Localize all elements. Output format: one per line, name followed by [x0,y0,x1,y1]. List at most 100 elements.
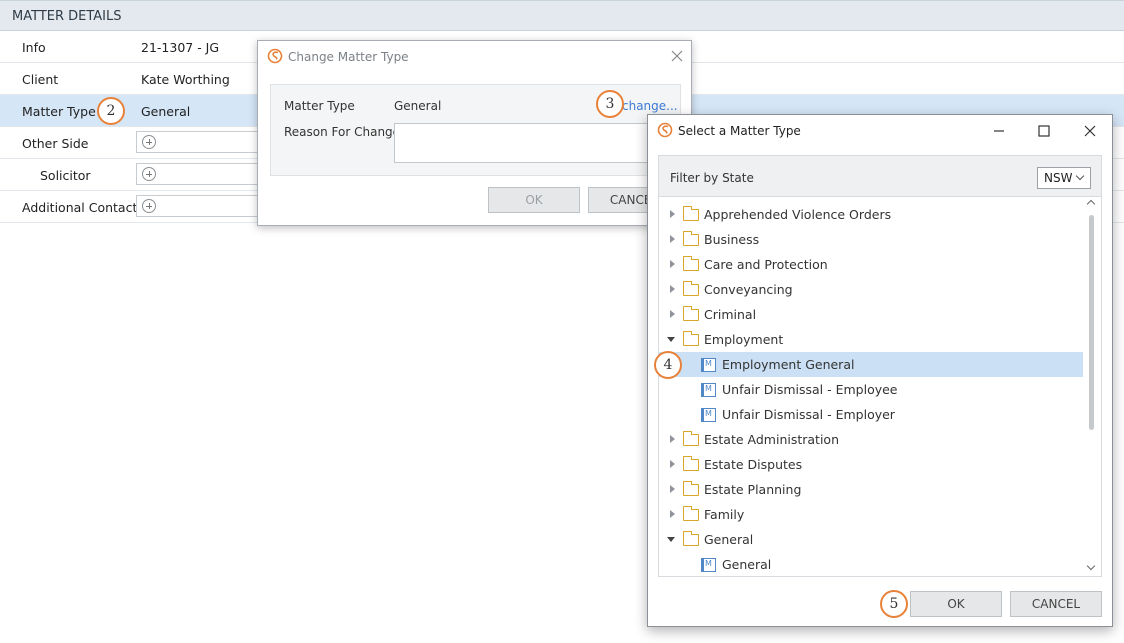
change-dialog-title: Change Matter Type [288,50,409,64]
tree-item-selected[interactable]: Employment General [659,352,1083,377]
matter-type-current: General [394,99,442,113]
ok-button[interactable]: OK [488,187,580,213]
additional-contact-field[interactable] [136,195,264,217]
matter-type-value: General [141,104,191,119]
matter-type-label: Matter Type [22,104,96,119]
tree-item[interactable]: Criminal [659,302,1083,327]
select-dialog-title: Select a Matter Type [678,124,801,138]
matter-details-header: MATTER DETAILS [0,0,1124,31]
scroll-up-icon[interactable] [1086,199,1096,209]
maximize-icon[interactable] [1034,121,1054,141]
additional-contact-label: Additional Contact [22,200,138,215]
app-logo-icon [267,48,283,64]
add-solicitor-icon[interactable] [142,167,156,181]
matter-type-icon [701,358,716,372]
close-icon[interactable] [1080,121,1100,141]
change-link[interactable]: change... [622,99,678,113]
expand-icon[interactable] [670,260,675,268]
tree-item-label: Unfair Dismissal - Employer [722,407,895,422]
info-value: 21-1307 - JG [141,40,220,55]
tree-item-label: General [704,532,754,547]
expand-icon[interactable] [670,460,675,468]
matter-type-icon [701,408,716,422]
collapse-icon[interactable] [667,537,675,542]
matter-type-field-label: Matter Type [284,99,355,113]
expand-icon[interactable] [670,285,675,293]
step-badge-2: 2 [97,97,125,125]
filter-bar: Filter by State NSW [658,155,1102,197]
step-badge-4: 4 [654,351,682,379]
folder-icon [683,306,699,321]
expand-icon[interactable] [670,485,675,493]
tree-item[interactable]: Employment [659,327,1083,352]
close-icon[interactable] [669,48,685,64]
folder-icon [683,431,699,446]
tree-item[interactable]: General [659,527,1083,552]
tree-item-label: Family [704,507,745,522]
add-contact-icon[interactable] [142,199,156,213]
expand-icon[interactable] [670,235,675,243]
select-cancel-button[interactable]: CANCEL [1010,591,1102,617]
folder-icon [683,481,699,496]
matter-type-icon [701,383,716,397]
expand-icon[interactable] [670,510,675,518]
folder-icon [683,531,699,546]
folder-icon [683,206,699,221]
tree-item-label: Conveyancing [704,282,793,297]
reason-textarea[interactable] [394,123,674,163]
tree-item-label: Employment General [722,357,855,372]
folder-icon [683,231,699,246]
tree-item-label: Criminal [704,307,757,322]
select-matter-type-dialog: Select a Matter Type Filter by State NSW… [647,114,1113,627]
select-ok-button[interactable]: OK [910,591,1002,617]
filter-label: Filter by State [670,171,754,185]
tree-item[interactable]: Unfair Dismissal - Employer [659,402,1083,427]
tree-item-label: General [722,557,772,572]
tree-item-label: Estate Planning [704,482,802,497]
other-side-field[interactable] [136,131,264,153]
tree-item-label: Employment [704,332,784,347]
state-select[interactable]: NSW [1037,167,1091,189]
tree-item[interactable]: Business [659,227,1083,252]
scroll-thumb[interactable] [1089,215,1094,430]
tree-item[interactable]: Apprehended Violence Orders [659,202,1083,227]
change-matter-type-dialog: Change Matter Type Matter Type General c… [257,40,692,226]
step-badge-3: 3 [596,90,624,118]
state-select-value: NSW [1044,171,1073,185]
tree-item[interactable]: Family [659,502,1083,527]
tree-item[interactable]: General [659,552,1083,576]
solicitor-field[interactable] [136,163,264,185]
expand-icon[interactable] [670,310,675,318]
add-other-side-icon[interactable] [142,135,156,149]
tree-item[interactable]: Estate Administration [659,427,1083,452]
app-logo-icon [657,122,673,138]
solicitor-label: Solicitor [40,168,91,183]
other-side-label: Other Side [22,136,89,151]
folder-icon [683,281,699,296]
expand-icon[interactable] [670,210,675,218]
tree-item[interactable]: Care and Protection [659,252,1083,277]
page: MATTER DETAILS Info 21-1307 - JG Client … [0,0,1124,643]
tree-item[interactable]: Estate Planning [659,477,1083,502]
minimize-icon[interactable] [989,121,1009,141]
tree-item-label: Estate Administration [704,432,840,447]
reason-label: Reason For Change [284,125,401,139]
folder-icon [683,331,699,346]
folder-icon [683,256,699,271]
matter-type-icon [701,558,716,572]
client-value: Kate Worthing [141,72,230,87]
tree-item-label: Business [704,232,760,247]
expand-icon[interactable] [670,435,675,443]
folder-icon [683,506,699,521]
scroll-down-icon[interactable] [1086,561,1096,571]
tree-item[interactable]: Conveyancing [659,277,1083,302]
client-label: Client [22,72,59,87]
collapse-icon[interactable] [667,337,675,342]
tree-item[interactable]: Estate Disputes [659,452,1083,477]
tree-scrollbar[interactable] [1083,197,1101,576]
info-label: Info [22,40,46,55]
folder-icon [683,456,699,471]
tree-item[interactable]: Unfair Dismissal - Employee [659,377,1083,402]
tree-item-label: Estate Disputes [704,457,803,472]
matter-type-tree: Apprehended Violence Orders Business Car… [658,197,1102,577]
